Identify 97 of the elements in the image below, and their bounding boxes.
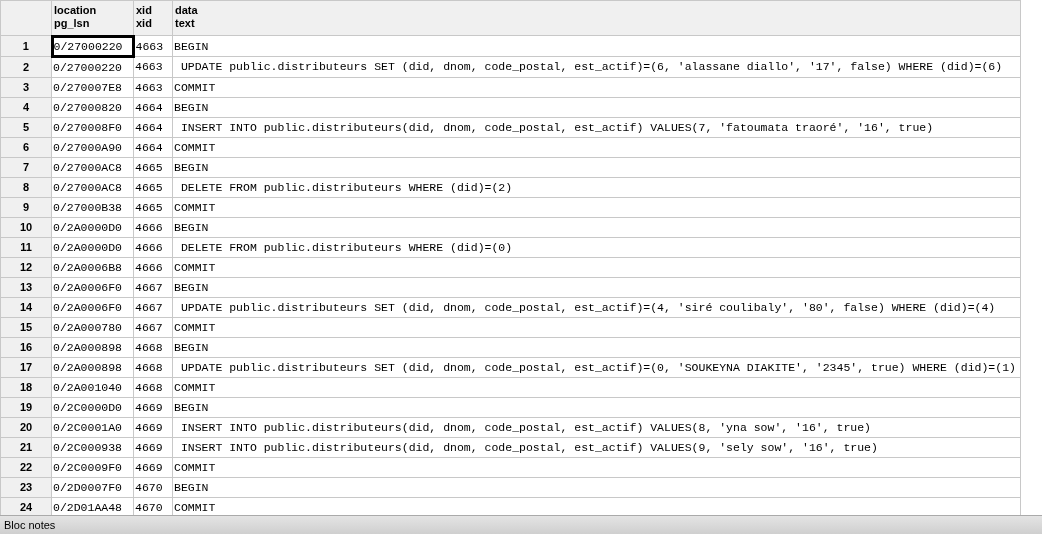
table-cell[interactable]: 4665	[133, 157, 173, 177]
table-cell[interactable]: 0/2A0000D0	[51, 237, 134, 257]
row-number[interactable]: 19	[0, 397, 52, 417]
table-cell[interactable]: 0/27000220	[51, 56, 134, 77]
status-bar: Bloc notes	[0, 515, 1042, 534]
table-cell[interactable]: INSERT INTO public.distributeurs(did, dnom, code_postal, est_actif) VALUES(7, 'fatoumata traoré', '16', true)	[172, 117, 1021, 137]
row-number[interactable]: 20	[0, 417, 52, 437]
table-cell[interactable]: 4663	[133, 56, 173, 77]
row-number[interactable]: 10	[0, 217, 52, 237]
row-number[interactable]: 7	[0, 157, 52, 177]
table-cell[interactable]: 0/270008F0	[51, 117, 134, 137]
row-number[interactable]: 8	[0, 177, 52, 197]
table-cell[interactable]: COMMIT	[172, 377, 1021, 397]
table-cell[interactable]: 4665	[133, 177, 173, 197]
table-cell[interactable]: UPDATE public.distributeurs SET (did, dnom, code_postal, est_actif)=(6, 'alassane diallo', '17', false) WHERE (did)=(6)	[172, 56, 1021, 77]
table-cell[interactable]: 0/2A000898	[51, 357, 134, 377]
table-cell[interactable]: COMMIT	[172, 317, 1021, 337]
table-cell[interactable]: 4669	[133, 417, 173, 437]
table-cell[interactable]: 4666	[133, 257, 173, 277]
table-cell[interactable]: 0/2A000780	[51, 317, 134, 337]
table-cell[interactable]: 0/2C000938	[51, 437, 134, 457]
table-cell[interactable]: 0/27000A90	[51, 137, 134, 157]
table-cell[interactable]: BEGIN	[172, 397, 1021, 417]
table-cell[interactable]: UPDATE public.distributeurs SET (did, dnom, code_postal, est_actif)=(4, 'siré coulibaly', '80', false) WHERE (did)=(4)	[172, 297, 1021, 317]
table-cell[interactable]: BEGIN	[172, 157, 1021, 177]
row-number[interactable]: 2	[0, 56, 52, 77]
table-cell[interactable]: 4665	[133, 197, 173, 217]
table-cell[interactable]: 0/270007E8	[51, 77, 134, 97]
table-cell[interactable]: DELETE FROM public.distributeurs WHERE (did)=(2)	[172, 177, 1021, 197]
table-cell[interactable]: 0/2C0001A0	[51, 417, 134, 437]
table-cell[interactable]: 4669	[133, 437, 173, 457]
row-number[interactable]: 17	[0, 357, 52, 377]
table-cell[interactable]: BEGIN	[172, 97, 1021, 117]
table-cell[interactable]: 4669	[133, 397, 173, 417]
table-cell[interactable]: 4668	[133, 357, 173, 377]
table-cell[interactable]: 0/27000B38	[51, 197, 134, 217]
row-number[interactable]: 16	[0, 337, 52, 357]
table-cell[interactable]: 4664	[133, 137, 173, 157]
row-number[interactable]: 9	[0, 197, 52, 217]
table-cell[interactable]: 4663	[133, 35, 173, 57]
row-number[interactable]: 14	[0, 297, 52, 317]
row-number[interactable]: 13	[0, 277, 52, 297]
table-cell[interactable]: BEGIN	[172, 337, 1021, 357]
row-number[interactable]: 5	[0, 117, 52, 137]
table-cell[interactable]: UPDATE public.distributeurs SET (did, dnom, code_postal, est_actif)=(0, 'SOUKEYNA DIAKITE', '2345', true) WHERE (did)=(1)	[172, 357, 1021, 377]
table-cell[interactable]: 0/2C0000D0	[51, 397, 134, 417]
table-cell[interactable]: BEGIN	[172, 217, 1021, 237]
row-number[interactable]: 1	[0, 35, 52, 57]
table-cell[interactable]: 4667	[133, 317, 173, 337]
corner-header	[0, 0, 52, 36]
row-number[interactable]: 22	[0, 457, 52, 477]
row-number[interactable]: 12	[0, 257, 52, 277]
row-number[interactable]: 15	[0, 317, 52, 337]
row-number[interactable]: 4	[0, 97, 52, 117]
table-cell[interactable]: 4666	[133, 217, 173, 237]
table-cell[interactable]: 0/27000AC8	[51, 157, 134, 177]
table-cell[interactable]: 0/27000820	[51, 97, 134, 117]
table-cell[interactable]: 0/2A0006B8	[51, 257, 134, 277]
column-header[interactable]: xid xid	[133, 0, 173, 36]
row-number[interactable]: 3	[0, 77, 52, 97]
table-cell[interactable]: COMMIT	[172, 197, 1021, 217]
table-cell[interactable]: 4669	[133, 457, 173, 477]
column-header[interactable]: location pg_lsn	[51, 0, 134, 36]
table-cell[interactable]: 4663	[133, 77, 173, 97]
table-cell[interactable]: COMMIT	[172, 137, 1021, 157]
table-cell[interactable]: 4668	[133, 337, 173, 357]
table-cell[interactable]: INSERT INTO public.distributeurs(did, dnom, code_postal, est_actif) VALUES(8, 'yna sow', '16', true)	[172, 417, 1021, 437]
table-cell[interactable]: 0/2D0007F0	[51, 477, 134, 497]
table-cell[interactable]: 0/2A0000D0	[51, 217, 134, 237]
table-cell[interactable]: 4667	[133, 297, 173, 317]
row-number[interactable]: 11	[0, 237, 52, 257]
table-cell[interactable]: COMMIT	[172, 257, 1021, 277]
table-cell[interactable]: 0/2A0006F0	[51, 277, 134, 297]
table-cell[interactable]: 4667	[133, 277, 173, 297]
row-number[interactable]: 21	[0, 437, 52, 457]
table-cell[interactable]: 4666	[133, 237, 173, 257]
table-cell[interactable]: BEGIN	[172, 35, 1021, 57]
row-number[interactable]: 23	[0, 477, 52, 497]
table-cell[interactable]: 0/2A001040	[51, 377, 134, 397]
table-cell[interactable]: 0/2A000898	[51, 337, 134, 357]
table-cell[interactable]: COMMIT	[172, 457, 1021, 477]
table-cell[interactable]: BEGIN	[172, 477, 1021, 497]
table-cell[interactable]: 0/27000AC8	[51, 177, 134, 197]
row-number[interactable]: 6	[0, 137, 52, 157]
table-cell[interactable]: 0/27000220	[51, 35, 134, 57]
table-cell[interactable]: 4668	[133, 377, 173, 397]
table-cell[interactable]: 4664	[133, 117, 173, 137]
row-number[interactable]: 18	[0, 377, 52, 397]
table-cell[interactable]: DELETE FROM public.distributeurs WHERE (did)=(0)	[172, 237, 1021, 257]
column-header[interactable]: data text	[172, 0, 1021, 36]
table-cell[interactable]: 0/2C0009F0	[51, 457, 134, 477]
table-cell[interactable]: BEGIN	[172, 277, 1021, 297]
table-cell[interactable]: 4664	[133, 97, 173, 117]
table-cell[interactable]: 0/2A0006F0	[51, 297, 134, 317]
table-cell[interactable]: INSERT INTO public.distributeurs(did, dnom, code_postal, est_actif) VALUES(9, 'sely sow', '16', true)	[172, 437, 1021, 457]
table-cell[interactable]: COMMIT	[172, 77, 1021, 97]
table-cell[interactable]: 4670	[133, 477, 173, 497]
